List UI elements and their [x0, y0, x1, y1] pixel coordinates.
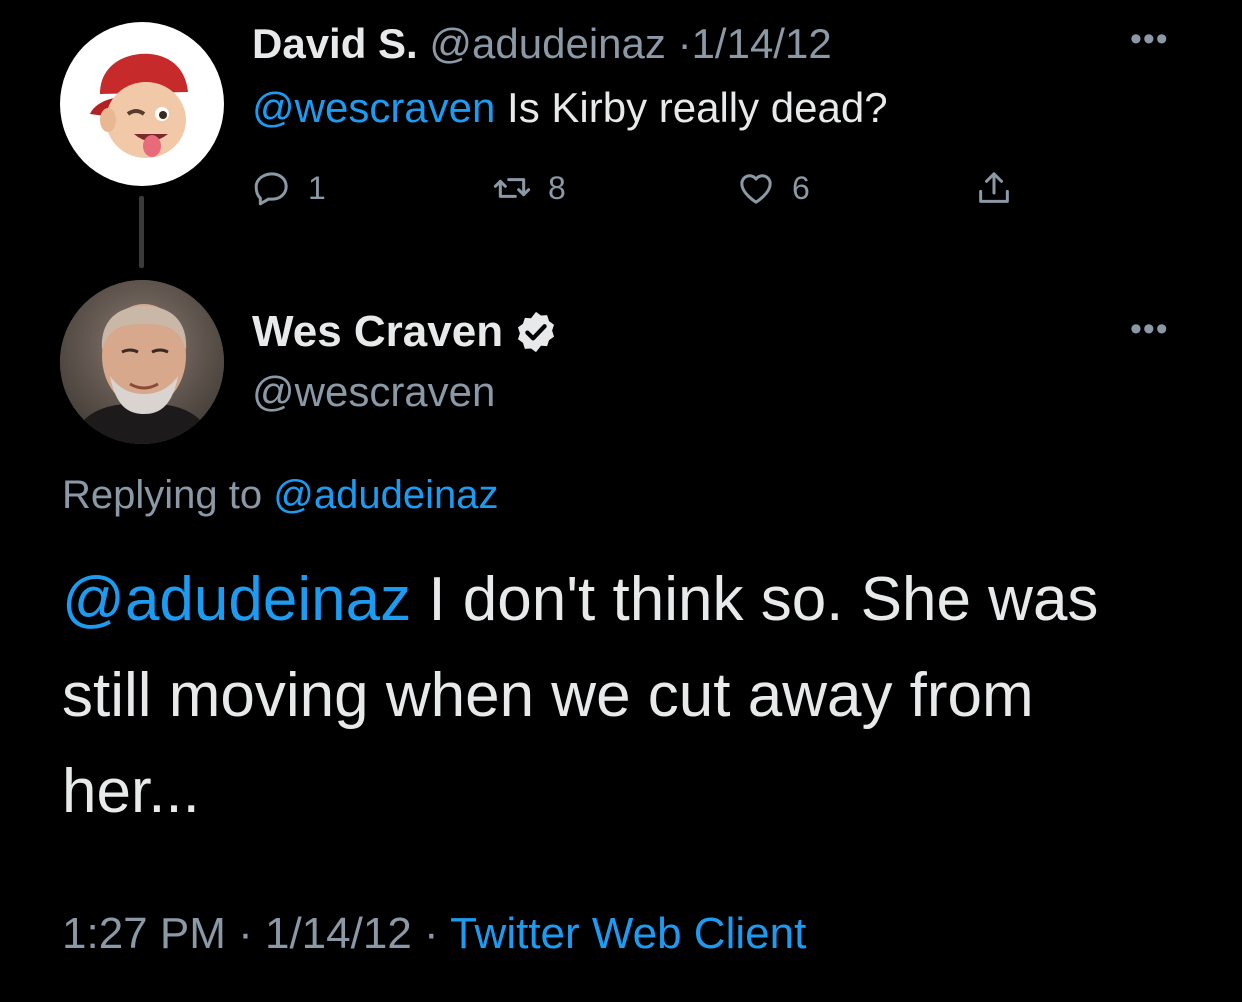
more-icon: •••	[1130, 310, 1169, 348]
verified-badge-icon	[518, 311, 555, 353]
reply-icon	[254, 172, 288, 206]
share-icon	[979, 172, 1009, 203]
reply-author-name[interactable]: Wes Craven	[252, 306, 559, 358]
parent-separator: ·	[677, 20, 692, 67]
parent-tweet-header: David S. @adudeinaz ·1/14/12	[252, 18, 832, 70]
reply-author-handle[interactable]: @wescraven	[252, 366, 495, 418]
meta-separator: ·	[225, 909, 265, 958]
reply-author-name-text: Wes Craven	[252, 307, 504, 356]
replying-to-handle-link[interactable]: @adudeinaz	[273, 473, 498, 517]
parent-author-name[interactable]: David S.	[252, 20, 418, 67]
avatar-memoji-icon	[90, 53, 188, 158]
retweet-button[interactable]: 8	[492, 166, 566, 210]
more-icon: •••	[1130, 20, 1169, 58]
like-button[interactable]: 6	[736, 166, 810, 210]
replying-to-label: Replying to	[62, 473, 274, 517]
parent-tweet-body: Is Kirby really dead?	[495, 84, 888, 131]
reply-more-button[interactable]: •••	[1130, 312, 1169, 346]
thread-connector	[139, 196, 144, 268]
tweet-date[interactable]: 1/14/12	[265, 909, 412, 958]
like-icon	[740, 174, 772, 204]
tweet-time[interactable]: 1:27 PM	[62, 909, 226, 958]
parent-tweet-text: @wescraven Is Kirby really dead?	[252, 82, 888, 134]
retweet-icon	[493, 178, 531, 198]
parent-avatar[interactable]	[60, 22, 224, 186]
reply-tweet-text: @adudeinaz I don't think so. She was sti…	[62, 552, 1182, 840]
like-count: 6	[792, 169, 810, 206]
parent-author-handle[interactable]: @adudeinaz	[429, 20, 665, 67]
retweet-count: 8	[548, 169, 566, 206]
reply-mention-link[interactable]: @adudeinaz	[62, 565, 411, 634]
meta-separator: ·	[411, 909, 451, 958]
reply-count: 1	[308, 169, 326, 206]
reply-button[interactable]: 1	[252, 166, 326, 210]
share-button[interactable]	[974, 166, 1014, 210]
tweet-source-link[interactable]: Twitter Web Client	[450, 909, 806, 958]
parent-date[interactable]: 1/14/12	[692, 20, 832, 67]
replying-to: Replying to @adudeinaz	[62, 470, 498, 520]
tweet-metadata: 1:27 PM · 1/14/12 · Twitter Web Client	[62, 906, 806, 962]
avatar-photo	[60, 280, 224, 444]
parent-more-button[interactable]: •••	[1130, 22, 1169, 56]
parent-mention-link[interactable]: @wescraven	[252, 84, 495, 131]
reply-avatar[interactable]	[60, 280, 224, 444]
